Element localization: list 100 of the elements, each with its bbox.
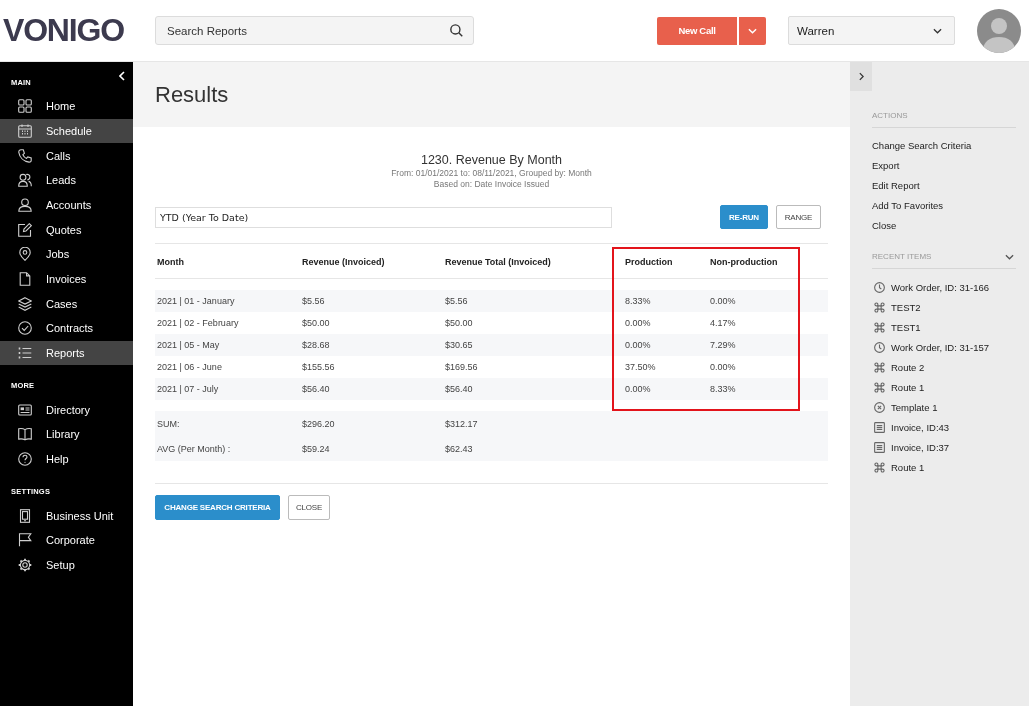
nav-item[interactable]: Business Unit xyxy=(0,503,133,528)
chevron-left-icon[interactable] xyxy=(119,71,125,81)
clock-icon xyxy=(874,281,885,293)
people-icon xyxy=(18,173,32,188)
flag-icon xyxy=(18,533,32,548)
recent-item[interactable]: Route 1 xyxy=(872,377,1016,397)
action-link[interactable]: Change Search Criteria xyxy=(872,136,972,156)
edit-icon xyxy=(18,222,32,237)
table-cell-text: 0.00% xyxy=(624,317,652,330)
action-link[interactable]: Add To Favorites xyxy=(872,196,944,216)
page-title: Results xyxy=(155,81,229,108)
recent-item[interactable]: Route 2 xyxy=(872,357,1016,377)
search-icon[interactable] xyxy=(450,24,463,37)
nav-item[interactable]: Contracts xyxy=(0,315,133,341)
report-subtitle: Based on: Date Invoice Issued xyxy=(432,179,551,190)
table-cell-text: AVG (Per Month) : xyxy=(156,442,232,456)
table-cell-text: 0.00% xyxy=(624,339,652,352)
command-icon xyxy=(874,301,885,313)
grid-icon xyxy=(18,99,32,114)
table-cell-text: $28.68 xyxy=(302,339,331,352)
nav-item[interactable]: Jobs xyxy=(0,241,133,267)
book-icon xyxy=(18,427,32,442)
person-icon xyxy=(18,197,32,212)
table-cell-text: $30.65 xyxy=(445,339,474,352)
nav-item[interactable]: Cases xyxy=(0,291,133,316)
table-cell-text: $50.00 xyxy=(302,317,331,330)
action-link[interactable]: Edit Report xyxy=(872,176,920,196)
table-cell-text: $155.56 xyxy=(302,361,336,374)
recent-item[interactable]: Template 1 xyxy=(872,397,1016,417)
table-cell-text: 8.33% xyxy=(709,383,737,396)
rerun-button[interactable]: RE-RUN xyxy=(720,205,768,229)
recent-item[interactable]: Route 1 xyxy=(872,457,1016,477)
column-header: Month xyxy=(156,255,185,269)
report-subtitle: From: 01/01/2021 to: 08/11/2021, Grouped by: Month xyxy=(390,168,593,179)
action-link[interactable]: Close xyxy=(872,216,897,236)
table-cell-text: 2021 | 05 - May xyxy=(156,339,221,352)
logo[interactable]: VONIGO xyxy=(3,12,124,48)
table-cell-text: 0.00% xyxy=(624,383,652,396)
nav-item[interactable]: Library xyxy=(0,421,133,447)
table-cell-text: $56.40 xyxy=(302,383,331,396)
location-pin-icon xyxy=(18,247,32,262)
command-icon xyxy=(874,461,885,473)
report-title: 1230. Revenue By Month xyxy=(419,152,564,168)
nav-item[interactable]: Reports xyxy=(0,340,133,366)
column-header: Production xyxy=(624,255,674,269)
close-button[interactable]: CLOSE xyxy=(288,495,330,520)
panel-toggle-button[interactable] xyxy=(850,62,872,91)
help-icon xyxy=(18,451,32,466)
document-icon xyxy=(18,271,32,286)
table-cell-text: $5.56 xyxy=(445,295,469,308)
range-button[interactable]: RANGE xyxy=(776,205,821,229)
range-field[interactable]: YTD (Year To Date) xyxy=(155,206,612,228)
table-cell-text: $312.17 xyxy=(445,417,479,431)
avatar-icon[interactable] xyxy=(977,8,1021,53)
document-icon xyxy=(874,441,885,453)
table-cell-text: $62.43 xyxy=(445,442,474,456)
new-call-menu-button[interactable] xyxy=(739,16,766,45)
table-cell-text: $169.56 xyxy=(445,361,479,374)
table-cell-text: SUM: xyxy=(156,417,181,431)
command-icon xyxy=(874,321,885,333)
clock-icon xyxy=(874,341,885,353)
phone-icon xyxy=(18,148,32,163)
recent-item[interactable]: TEST1 xyxy=(872,317,1016,337)
nav-item[interactable]: Directory xyxy=(0,397,133,422)
table-cell-text: $50.00 xyxy=(445,317,474,330)
chevron-down-icon xyxy=(933,27,942,34)
table-cell-text: 2021 | 06 - June xyxy=(156,361,223,374)
building-icon xyxy=(18,508,32,523)
table-cell-text: 2021 | 02 - February xyxy=(156,317,240,330)
layers-icon xyxy=(18,296,32,311)
list-icon xyxy=(18,345,32,360)
nav-item[interactable]: Help xyxy=(0,446,133,472)
nav-item[interactable]: Corporate xyxy=(0,527,133,553)
nav-item[interactable]: Accounts xyxy=(0,192,133,218)
section-heading: RECENT ITEMS xyxy=(872,252,932,262)
table-cell-text: 37.50% xyxy=(624,361,657,374)
chevron-down-icon[interactable] xyxy=(1005,254,1014,260)
x-circle-icon xyxy=(874,401,885,413)
nav-item[interactable]: Quotes xyxy=(0,217,133,242)
document-icon xyxy=(874,421,885,433)
section-heading: ACTIONS xyxy=(872,111,908,121)
table-cell-text: $296.20 xyxy=(302,417,336,431)
change-search-criteria-button[interactable]: CHANGE SEARCH CRITERIA xyxy=(155,495,280,520)
recent-item[interactable]: Work Order, ID: 31-157 xyxy=(872,337,1016,357)
table-cell-text: $59.24 xyxy=(302,442,331,456)
action-link[interactable]: Export xyxy=(872,156,900,176)
nav-item[interactable]: Schedule xyxy=(0,118,133,144)
nav-item[interactable]: Setup xyxy=(0,552,133,578)
search-field[interactable]: Search Reports xyxy=(155,16,474,45)
id-card-icon xyxy=(18,402,32,417)
nav-item[interactable]: Home xyxy=(0,94,133,119)
recent-item[interactable]: TEST2 xyxy=(872,297,1016,317)
nav-item[interactable]: Leads xyxy=(0,167,133,193)
recent-item[interactable]: Invoice, ID:37 xyxy=(872,437,1016,457)
nav-item[interactable]: Invoices xyxy=(0,266,133,292)
table-cell-text: 0.00% xyxy=(709,295,737,308)
nav-item[interactable]: Calls xyxy=(0,143,133,168)
recent-item[interactable]: Work Order, ID: 31-166 xyxy=(872,277,1016,297)
user-dropdown[interactable]: Warren xyxy=(788,16,955,45)
recent-item[interactable]: Invoice, ID:43 xyxy=(872,417,1016,437)
